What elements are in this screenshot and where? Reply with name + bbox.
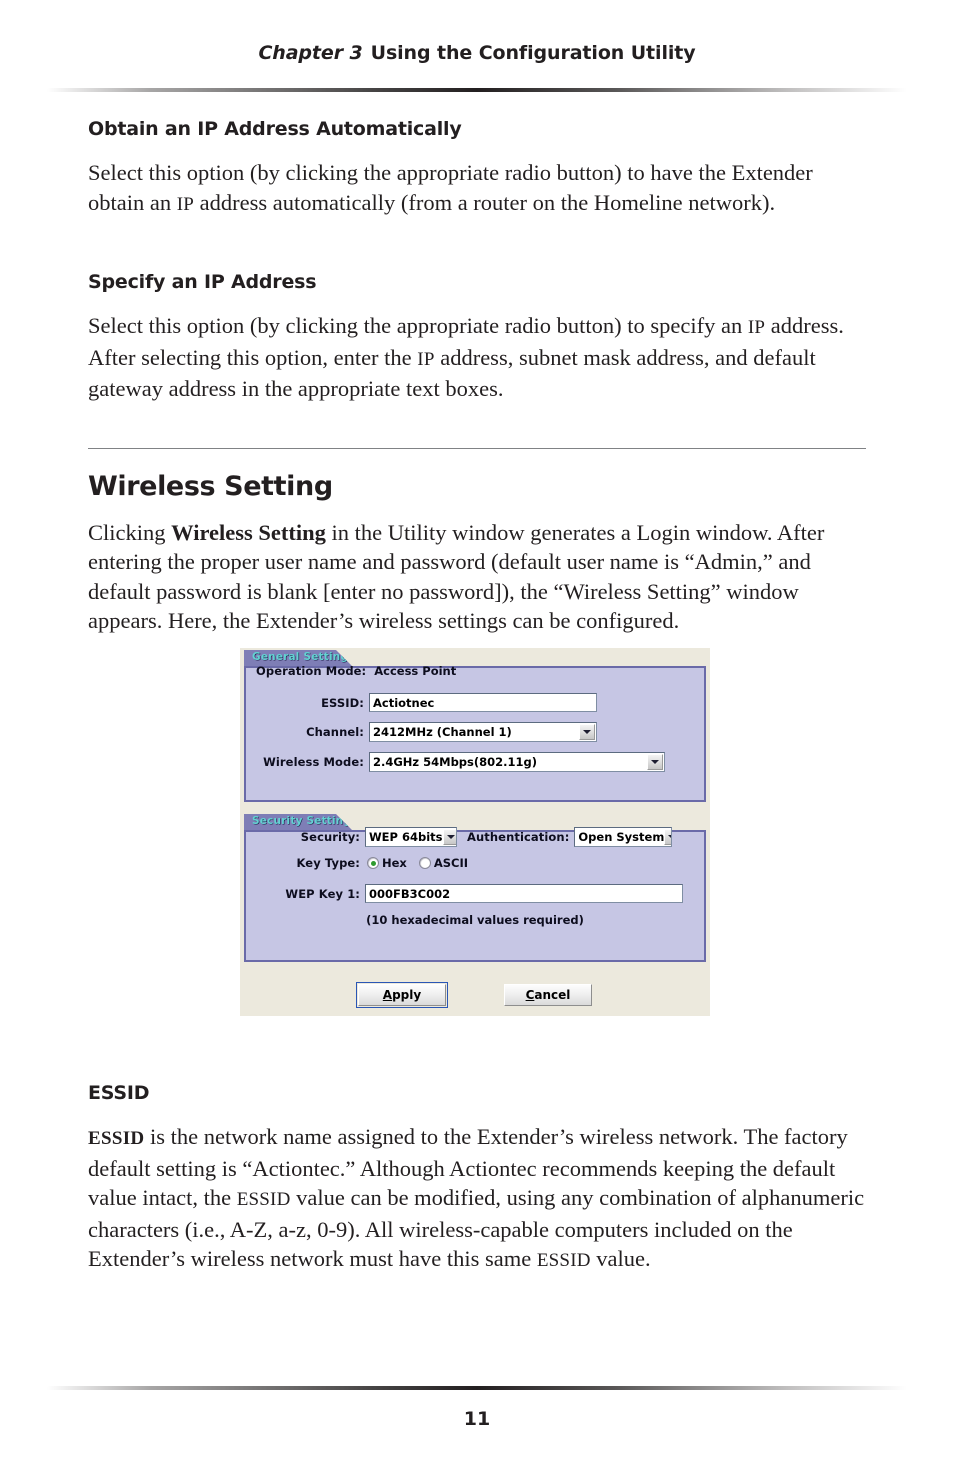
security-select[interactable]: WEP 64bits — [365, 827, 457, 847]
wireless-mode-label: Wireless Mode: — [263, 755, 364, 769]
essid-input[interactable]: Actiotnec — [369, 693, 597, 712]
section-divider — [88, 447, 866, 449]
specify-ip-line-2b: address, subnet mask address, and — [434, 344, 748, 370]
apply-button-label: pply — [392, 988, 422, 1002]
apply-button[interactable]: Apply — [356, 982, 448, 1008]
key-type-label: Key Type: — [296, 856, 360, 870]
running-head-title: Using the Configuration Utility — [370, 42, 696, 64]
paragraph-essid: ESSID is the network name assigned to th… — [88, 1122, 866, 1276]
wireless-mode-row: Wireless Mode: 2.4GHz 54Mbps(802.11g) — [246, 752, 692, 772]
specify-ip-smallcaps-ip-1: IP — [747, 317, 766, 338]
essid-smallcaps-3: ESSID — [536, 1250, 591, 1271]
general-setting-panel: Operation Mode: Access Point ESSID: Acti… — [244, 664, 706, 802]
operation-mode-value: Access Point — [374, 664, 457, 678]
cancel-button[interactable]: Cancel — [504, 984, 592, 1006]
security-label: Security: — [300, 830, 360, 844]
specify-ip-line-1a: Select this option (by clicking the appr… — [88, 313, 748, 338]
paragraph-wireless-setting: Clicking Wireless Setting in the Utility… — [88, 518, 866, 636]
heading-essid: ESSID — [88, 1082, 150, 1104]
wep-key-input[interactable]: 000FB3C002 — [365, 884, 683, 903]
wep-key-hint: (10 hexadecimal values required) — [366, 913, 584, 927]
wireless-para-a: Clicking — [88, 519, 172, 545]
essid-content: ESSID ESSID is the network name assigned… — [88, 1082, 866, 1276]
general-setting-tab-label: General Setting — [252, 651, 349, 663]
essid-smallcaps-bold: ESSID — [88, 1128, 145, 1149]
key-type-row: Key Type: Hex ASCII — [256, 856, 696, 870]
heading-specify-ip: Specify an IP Address — [88, 271, 317, 293]
key-type-ascii-label: ASCII — [433, 856, 469, 870]
cancel-button-label: ancel — [534, 988, 571, 1002]
header-rule — [47, 88, 907, 92]
essid-para-c: value. — [590, 1246, 651, 1271]
paragraph-obtain-ip: Select this option (by clicking the appr… — [88, 158, 866, 219]
essid-smallcaps-2: ESSID — [236, 1189, 291, 1210]
authentication-select[interactable]: Open System — [574, 827, 673, 847]
page-content: Obtain an IP Address Automatically Selec… — [88, 118, 866, 636]
running-head-chapter: Chapter 3 — [258, 42, 363, 64]
wireless-mode-select[interactable]: 2.4GHz 54Mbps(802.11g) — [369, 752, 665, 772]
heading-obtain-ip: Obtain an IP Address Automatically — [88, 118, 462, 140]
authentication-select-value: Open System — [578, 830, 665, 844]
channel-select[interactable]: 2412MHz (Channel 1) — [369, 722, 597, 742]
essid-input-value: Actiotnec — [373, 695, 435, 710]
wep-key-row: WEP Key 1: 000FB3C002 — [248, 884, 696, 903]
security-setting-panel: Security: WEP 64bits Authentication: Ope… — [244, 827, 706, 962]
operation-mode-label: Operation Mode: — [256, 664, 367, 678]
key-type-hex-radio[interactable] — [367, 857, 379, 869]
specify-ip-smallcaps-ip-2: IP — [417, 348, 435, 370]
key-type-hex-label: Hex — [382, 856, 407, 870]
obtain-ip-line-2b: address automatically (from a router on … — [194, 189, 776, 215]
wep-key-input-value: 000FB3C002 — [369, 886, 451, 901]
channel-row: Channel: 2412MHz (Channel 1) — [256, 722, 692, 742]
security-select-value: WEP 64bits — [369, 830, 443, 844]
page-number: 11 — [463, 1408, 491, 1430]
authentication-label: Authentication: — [467, 830, 570, 844]
key-type-ascii-radio[interactable] — [418, 857, 431, 869]
obtain-ip-line-1: Select this option (by clicking the appr… — [88, 160, 813, 185]
footer-rule — [47, 1386, 907, 1390]
channel-label: Channel: — [306, 725, 364, 739]
general-setting-group: General Setting Operation Mode: Access P… — [244, 650, 706, 802]
wireless-setting-dialog-screenshot: General Setting Operation Mode: Access P… — [240, 648, 710, 1016]
chevron-down-icon[interactable] — [664, 829, 672, 845]
essid-row: ESSID: Actiotnec — [256, 693, 692, 712]
obtain-ip-line-2a: obtain an — [88, 189, 177, 215]
chevron-down-icon[interactable] — [442, 829, 456, 845]
chevron-down-icon[interactable] — [647, 754, 663, 770]
operation-mode-row: Operation Mode: Access Point — [256, 664, 456, 678]
paragraph-specify-ip: Select this option (by clicking the appr… — [88, 311, 866, 404]
chevron-down-icon[interactable] — [579, 724, 595, 740]
wireless-mode-select-value: 2.4GHz 54Mbps(802.11g) — [373, 755, 538, 769]
wireless-para-bold: Wireless Setting — [171, 519, 326, 545]
heading-wireless-setting: Wireless Setting — [88, 470, 333, 502]
wep-key-label: WEP Key 1: — [285, 886, 360, 901]
channel-select-value: 2412MHz (Channel 1) — [373, 725, 512, 739]
page-running-head: Chapter 3 Using the Configuration Utility — [0, 42, 954, 64]
security-setting-group: Security Setting Security: WEP 64bits Au… — [244, 814, 706, 962]
essid-label: ESSID: — [321, 695, 364, 710]
obtain-ip-smallcaps-ip: IP — [176, 193, 195, 215]
security-setting-tab-label: Security Setting — [252, 815, 352, 827]
apply-button-accel: A — [382, 988, 393, 1002]
security-row: Security: WEP 64bits Authentication: Ope… — [256, 827, 696, 847]
